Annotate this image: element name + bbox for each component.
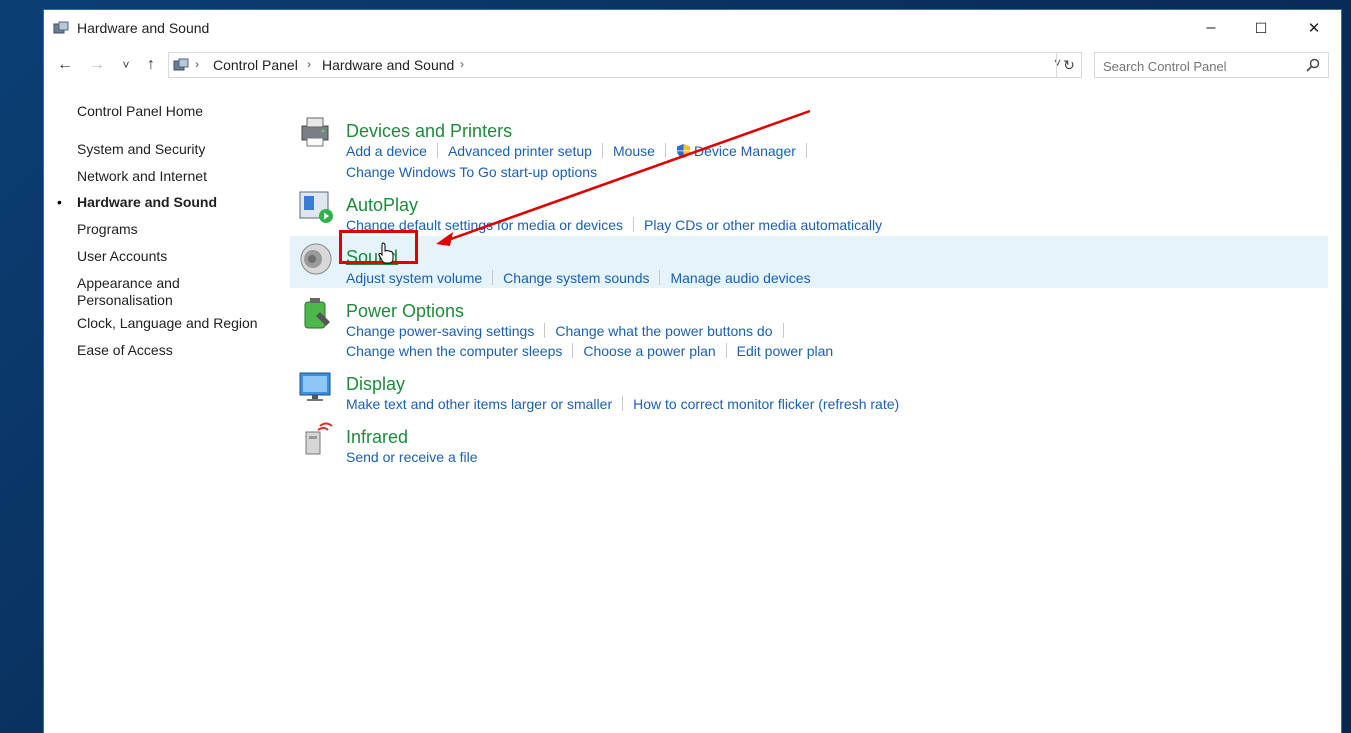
refresh-button[interactable]: ↻ bbox=[1056, 52, 1082, 78]
nav-appearance-line1[interactable]: Appearance and bbox=[77, 275, 180, 292]
link-manage-audio-devices[interactable]: Manage audio devices bbox=[670, 270, 810, 286]
battery-icon bbox=[304, 298, 330, 329]
link-choose-power-plan[interactable]: Choose a power plan bbox=[583, 343, 715, 359]
search-icon[interactable] bbox=[1306, 58, 1320, 72]
back-arrow-icon: ← bbox=[57, 56, 73, 73]
link-send-receive-file[interactable]: Send or receive a file bbox=[346, 449, 478, 465]
display-links-row1: Make text and other items larger or smal… bbox=[346, 396, 899, 412]
control-panel-icon bbox=[173, 58, 189, 71]
link-play-cds[interactable]: Play CDs or other media automatically bbox=[644, 217, 882, 233]
minimize-button[interactable]: – bbox=[1184, 10, 1238, 46]
category-infrared: Infrared Send or receive a file bbox=[290, 414, 1330, 465]
link-separator bbox=[622, 396, 624, 411]
link-separator bbox=[725, 343, 727, 358]
forward-button[interactable]: → bbox=[86, 54, 108, 76]
power-options-title[interactable]: Power Options bbox=[346, 301, 464, 322]
nav-ease-of-access[interactable]: Ease of Access bbox=[77, 342, 173, 359]
chevron-right-icon[interactable]: › bbox=[307, 57, 311, 71]
devices-and-printers-title[interactable]: Devices and Printers bbox=[346, 121, 512, 142]
category-display: Display Make text and other items larger… bbox=[290, 361, 1330, 412]
link-adjust-system-volume[interactable]: Adjust system volume bbox=[346, 270, 482, 286]
maximize-button[interactable]: ☐ bbox=[1234, 10, 1288, 46]
link-power-buttons[interactable]: Change what the power buttons do bbox=[555, 323, 772, 339]
autoplay-title[interactable]: AutoPlay bbox=[346, 195, 418, 216]
category-autoplay: AutoPlay Change default settings for med… bbox=[290, 182, 1330, 233]
link-monitor-flicker[interactable]: How to correct monitor flicker (refresh … bbox=[633, 396, 899, 412]
link-separator bbox=[805, 143, 807, 158]
autoplay-icon bbox=[299, 191, 333, 223]
minimize-icon: – bbox=[1206, 19, 1216, 36]
link-separator bbox=[782, 323, 784, 338]
link-mouse[interactable]: Mouse bbox=[613, 143, 655, 159]
link-windows-to-go[interactable]: Change Windows To Go start-up options bbox=[346, 164, 597, 180]
shield-icon bbox=[676, 144, 690, 158]
category-devices-and-printers: Devices and Printers Add a device Advance… bbox=[290, 108, 1330, 180]
power-links-row1: Change power-saving settings Change what … bbox=[346, 323, 794, 339]
link-separator bbox=[492, 270, 494, 285]
infrared-links-row1: Send or receive a file bbox=[346, 449, 478, 465]
title-bar: Hardware and Sound – ☐ ✕ bbox=[44, 10, 1341, 46]
refresh-icon: ↻ bbox=[1063, 56, 1075, 73]
link-add-a-device[interactable]: Add a device bbox=[346, 143, 427, 159]
search-box[interactable] bbox=[1094, 52, 1329, 79]
devices-links-row2: Change Windows To Go start-up options bbox=[346, 164, 597, 180]
breadcrumb-control-panel[interactable]: Control Panel bbox=[213, 57, 298, 73]
recent-locations-button[interactable]: ˅ bbox=[118, 54, 134, 76]
up-arrow-icon: ↑ bbox=[147, 56, 155, 73]
control-panel-window: Hardware and Sound – ☐ ✕ ← → ˅ ↑ › Contr… bbox=[44, 10, 1341, 733]
chevron-down-icon: ˅ bbox=[122, 58, 130, 72]
monitor-icon bbox=[299, 372, 331, 401]
window-title: Hardware and Sound bbox=[77, 20, 210, 36]
forward-arrow-icon: → bbox=[89, 56, 105, 73]
devices-links-row1: Add a device Advanced printer setup Mouse D… bbox=[346, 143, 817, 159]
category-sound: Sound Adjust system volume Change system … bbox=[290, 235, 1330, 286]
control-panel-icon bbox=[53, 21, 69, 34]
link-separator bbox=[601, 143, 603, 158]
autoplay-links-row1: Change default settings for media or dev… bbox=[346, 217, 882, 233]
link-device-manager[interactable]: Device Manager bbox=[694, 143, 796, 159]
address-bar[interactable]: › Control Panel › Hardware and Sound › ˅ bbox=[168, 52, 1082, 78]
display-title[interactable]: Display bbox=[346, 374, 405, 395]
link-separator bbox=[659, 270, 661, 285]
infrared-icon bbox=[305, 422, 333, 455]
hand-cursor-icon bbox=[378, 242, 394, 264]
active-bullet-icon: • bbox=[57, 194, 62, 210]
nav-clock-language-region[interactable]: Clock, Language and Region bbox=[77, 315, 258, 332]
link-edit-power-plan[interactable]: Edit power plan bbox=[737, 343, 834, 359]
speaker-icon bbox=[300, 243, 332, 275]
nav-control-panel-home[interactable]: Control Panel Home bbox=[77, 103, 203, 120]
sound-links-row1: Adjust system volume Change system sounds… bbox=[346, 270, 811, 286]
category-power-options: Power Options Change power-saving settin… bbox=[290, 288, 1330, 359]
nav-programs[interactable]: Programs bbox=[77, 221, 138, 238]
nav-system-and-security[interactable]: System and Security bbox=[77, 141, 205, 158]
chevron-right-icon[interactable]: › bbox=[195, 57, 199, 71]
link-separator bbox=[572, 343, 574, 358]
search-input[interactable] bbox=[1095, 53, 1305, 79]
link-change-system-sounds[interactable]: Change system sounds bbox=[503, 270, 649, 286]
back-button[interactable]: ← bbox=[54, 54, 76, 76]
link-separator bbox=[664, 143, 666, 158]
close-icon: ✕ bbox=[1307, 20, 1321, 37]
printer-icon bbox=[301, 117, 329, 147]
up-button[interactable]: ↑ bbox=[140, 54, 162, 76]
nav-user-accounts[interactable]: User Accounts bbox=[77, 248, 167, 265]
link-computer-sleeps[interactable]: Change when the computer sleeps bbox=[346, 343, 562, 359]
link-advanced-printer-setup[interactable]: Advanced printer setup bbox=[448, 143, 592, 159]
breadcrumb-hardware-and-sound[interactable]: Hardware and Sound bbox=[322, 57, 454, 73]
link-separator bbox=[436, 143, 438, 158]
chevron-right-icon[interactable]: › bbox=[460, 57, 464, 71]
nav-hardware-and-sound: Hardware and Sound bbox=[77, 194, 218, 210]
link-change-power-saving[interactable]: Change power-saving settings bbox=[346, 323, 534, 339]
close-button[interactable]: ✕ bbox=[1287, 10, 1341, 46]
maximize-icon: ☐ bbox=[1254, 19, 1268, 36]
navigation-bar: ← → ˅ ↑ › Control Panel › Hardware and S… bbox=[44, 52, 1341, 80]
power-links-row2: Change when the computer sleeps Choose a … bbox=[346, 343, 833, 359]
nav-appearance-line2[interactable]: Personalisation bbox=[77, 292, 173, 309]
infrared-title[interactable]: Infrared bbox=[346, 427, 408, 448]
link-separator bbox=[633, 217, 635, 232]
nav-network-and-internet[interactable]: Network and Internet bbox=[77, 168, 207, 185]
link-separator bbox=[544, 323, 546, 338]
link-make-text-larger[interactable]: Make text and other items larger or smal… bbox=[346, 396, 612, 412]
